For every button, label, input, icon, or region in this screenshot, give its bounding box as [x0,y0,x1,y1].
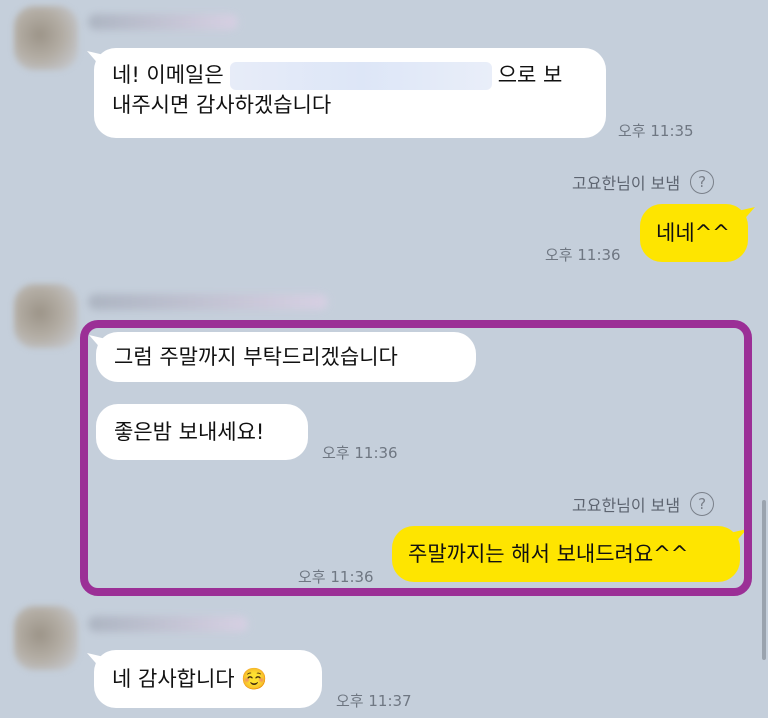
sender-label: 고요한님이 보냄 ? [572,170,715,194]
contact-avatar[interactable] [14,606,78,670]
contact-avatar[interactable] [14,6,78,70]
question-circle-icon[interactable]: ? [690,170,715,194]
message-timestamp: 오후 11:36 [545,246,621,264]
message-timestamp: 오후 11:37 [336,692,412,710]
contact-name-redacted [88,616,248,632]
redacted-email [229,62,492,90]
contact-name-redacted [88,294,328,310]
message-line: 내주시면 감사하겠습니다 [112,93,332,117]
received-message-bubble[interactable]: 네 감사합니다 ☺️ [87,650,322,708]
scrollbar-thumb[interactable] [762,500,766,660]
received-message-email[interactable]: 네! 이메일은 으로 보 내주시면 감사하겠습니다 [87,48,606,138]
contact-avatar[interactable] [14,284,78,348]
sent-message-bubble[interactable]: 네네^^ [640,204,755,262]
chat-room: 네! 이메일은 으로 보 내주시면 감사하겠습니다 오후 11:35 고요한님이 … [0,0,768,718]
message-timestamp: 오후 11:35 [618,122,694,140]
highlight-annotation-box [80,320,752,596]
message-line: 네! 이메일은 으로 보 [112,60,588,90]
contact-name-redacted [88,14,238,30]
